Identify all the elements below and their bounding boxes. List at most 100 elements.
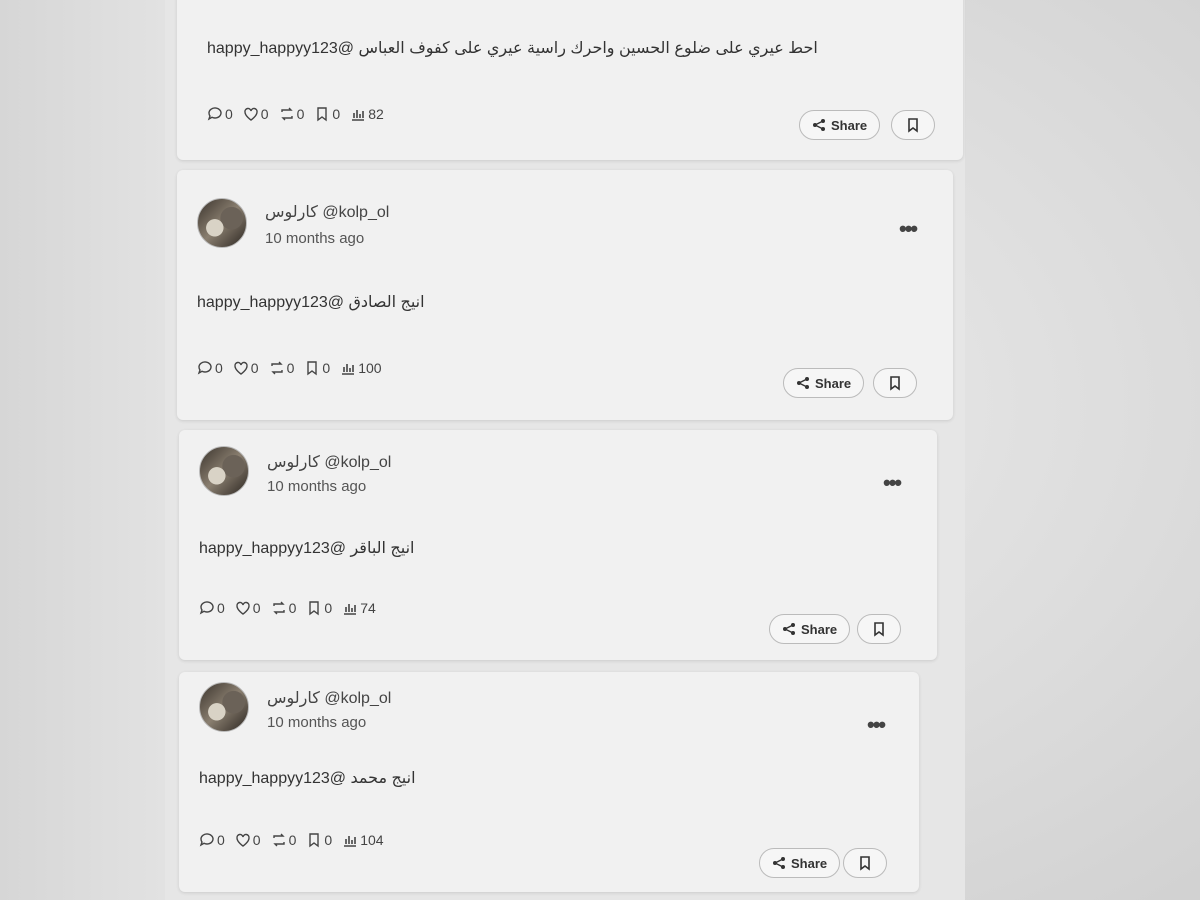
comment-stat[interactable]: 0 bbox=[207, 106, 233, 122]
author-handle: @kolp_ol bbox=[322, 204, 390, 221]
comment-stat[interactable]: 0 bbox=[199, 832, 225, 848]
share-label: Share bbox=[815, 375, 852, 391]
comment-stat[interactable]: 0 bbox=[197, 360, 223, 376]
bookmark-stat[interactable]: 0 bbox=[306, 832, 332, 848]
author-name: كارلوس bbox=[265, 204, 318, 221]
share-label: Share bbox=[801, 621, 838, 637]
post-stats: 0 0 0 0 104 bbox=[199, 832, 384, 848]
share-button[interactable]: Share bbox=[799, 110, 881, 140]
more-dots-icon[interactable]: ••• bbox=[899, 216, 918, 242]
feed-column: احط عيري على ضلوع الحسين واحرك راسية عير… bbox=[165, 0, 965, 900]
repost-count: 0 bbox=[296, 106, 305, 122]
share-button[interactable]: Share bbox=[759, 848, 841, 878]
share-label: Share bbox=[831, 117, 868, 133]
post-text: انيج محمد @happy_happyy123 bbox=[199, 770, 416, 787]
comment-count: 0 bbox=[225, 106, 233, 122]
post-card: كارلوس @kolp_ol 10 months ago ••• انيج ا… bbox=[179, 430, 937, 660]
author-handle: @kolp_ol bbox=[324, 454, 392, 471]
avatar[interactable] bbox=[199, 446, 249, 496]
comment-icon bbox=[199, 833, 214, 847]
views-stat: 104 bbox=[342, 832, 384, 848]
repost-count: 0 bbox=[288, 832, 297, 848]
bookmark-count: 0 bbox=[324, 832, 333, 848]
post-time: 10 months ago bbox=[265, 230, 365, 247]
like-count: 0 bbox=[250, 360, 259, 376]
bookmark-button[interactable] bbox=[843, 848, 887, 878]
comment-count: 0 bbox=[217, 600, 225, 616]
views-count: 104 bbox=[360, 832, 384, 848]
share-icon bbox=[813, 119, 825, 131]
bookmark-icon bbox=[890, 376, 900, 391]
like-count: 0 bbox=[252, 600, 261, 616]
post-text: انيج الباقر @happy_happyy123 bbox=[199, 540, 415, 557]
author-handle: @kolp_ol bbox=[324, 690, 392, 707]
bookmark-stat[interactable]: 0 bbox=[314, 106, 340, 122]
bookmark-icon bbox=[309, 833, 320, 848]
comment-icon bbox=[199, 601, 214, 615]
post-card: كارلوس @kolp_ol 10 months ago ••• انيج ا… bbox=[177, 170, 953, 420]
repost-stat[interactable]: 0 bbox=[279, 106, 305, 122]
post-card: احط عيري على ضلوع الحسين واحرك راسية عير… bbox=[177, 0, 963, 160]
post-stats: 0 0 0 0 100 bbox=[197, 360, 382, 376]
share-icon bbox=[797, 377, 809, 389]
screen: احط عيري على ضلوع الحسين واحرك راسية عير… bbox=[0, 0, 1200, 900]
post-text: انيج الصادق @happy_happyy123 bbox=[197, 294, 425, 311]
post-stats: 0 0 0 0 82 bbox=[207, 106, 384, 122]
like-stat[interactable]: 0 bbox=[243, 106, 269, 122]
share-button[interactable]: Share bbox=[783, 368, 865, 398]
heart-icon bbox=[244, 107, 258, 121]
views-count: 74 bbox=[360, 600, 376, 616]
post-card: كارلوس @kolp_ol 10 months ago ••• انيج م… bbox=[179, 672, 919, 892]
post-time: 10 months ago bbox=[267, 478, 367, 495]
post-author[interactable]: كارلوس @kolp_ol bbox=[265, 202, 389, 222]
bookmark-button[interactable] bbox=[857, 614, 901, 644]
comment-icon bbox=[207, 107, 222, 121]
post-stats: 0 0 0 0 74 bbox=[199, 600, 376, 616]
views-stat: 100 bbox=[340, 360, 382, 376]
views-chart-icon bbox=[352, 110, 365, 121]
bookmark-button[interactable] bbox=[891, 110, 935, 140]
views-chart-icon bbox=[342, 364, 355, 375]
author-name: كارلوس bbox=[267, 454, 320, 471]
repost-icon bbox=[280, 107, 293, 121]
views-stat: 82 bbox=[350, 106, 384, 122]
repost-stat[interactable]: 0 bbox=[271, 600, 297, 616]
repost-count: 0 bbox=[288, 600, 297, 616]
comment-stat[interactable]: 0 bbox=[199, 600, 225, 616]
share-button[interactable]: Share bbox=[769, 614, 851, 644]
bookmark-count: 0 bbox=[332, 106, 341, 122]
heart-icon bbox=[236, 601, 250, 615]
bookmark-icon bbox=[908, 118, 918, 133]
bookmark-icon bbox=[317, 107, 328, 122]
repost-stat[interactable]: 0 bbox=[269, 360, 295, 376]
left-sidebar-area bbox=[0, 0, 165, 900]
repost-count: 0 bbox=[286, 360, 295, 376]
like-stat[interactable]: 0 bbox=[233, 360, 259, 376]
post-author[interactable]: كارلوس @kolp_ol bbox=[267, 452, 391, 472]
bookmark-icon bbox=[874, 622, 884, 637]
like-stat[interactable]: 0 bbox=[235, 600, 261, 616]
post-author[interactable]: كارلوس @kolp_ol bbox=[267, 688, 391, 708]
like-stat[interactable]: 0 bbox=[235, 832, 261, 848]
heart-icon bbox=[234, 361, 248, 375]
comment-count: 0 bbox=[215, 360, 223, 376]
post-time: 10 months ago bbox=[267, 714, 367, 731]
share-label: Share bbox=[791, 855, 828, 871]
avatar[interactable] bbox=[197, 198, 247, 248]
bookmark-stat[interactable]: 0 bbox=[304, 360, 330, 376]
like-count: 0 bbox=[252, 832, 261, 848]
avatar[interactable] bbox=[199, 682, 249, 732]
bookmark-stat[interactable]: 0 bbox=[306, 600, 332, 616]
repost-stat[interactable]: 0 bbox=[271, 832, 297, 848]
more-dots-icon[interactable]: ••• bbox=[867, 712, 886, 738]
bookmark-icon bbox=[860, 856, 870, 871]
bookmark-button[interactable] bbox=[873, 368, 917, 398]
more-dots-icon[interactable]: ••• bbox=[883, 470, 902, 496]
share-icon bbox=[773, 857, 785, 869]
bookmark-icon bbox=[307, 361, 318, 376]
bookmark-count: 0 bbox=[322, 360, 331, 376]
bookmark-icon bbox=[309, 601, 320, 616]
views-count: 82 bbox=[368, 106, 384, 122]
author-name: كارلوس bbox=[267, 690, 320, 707]
repost-icon bbox=[272, 601, 285, 615]
